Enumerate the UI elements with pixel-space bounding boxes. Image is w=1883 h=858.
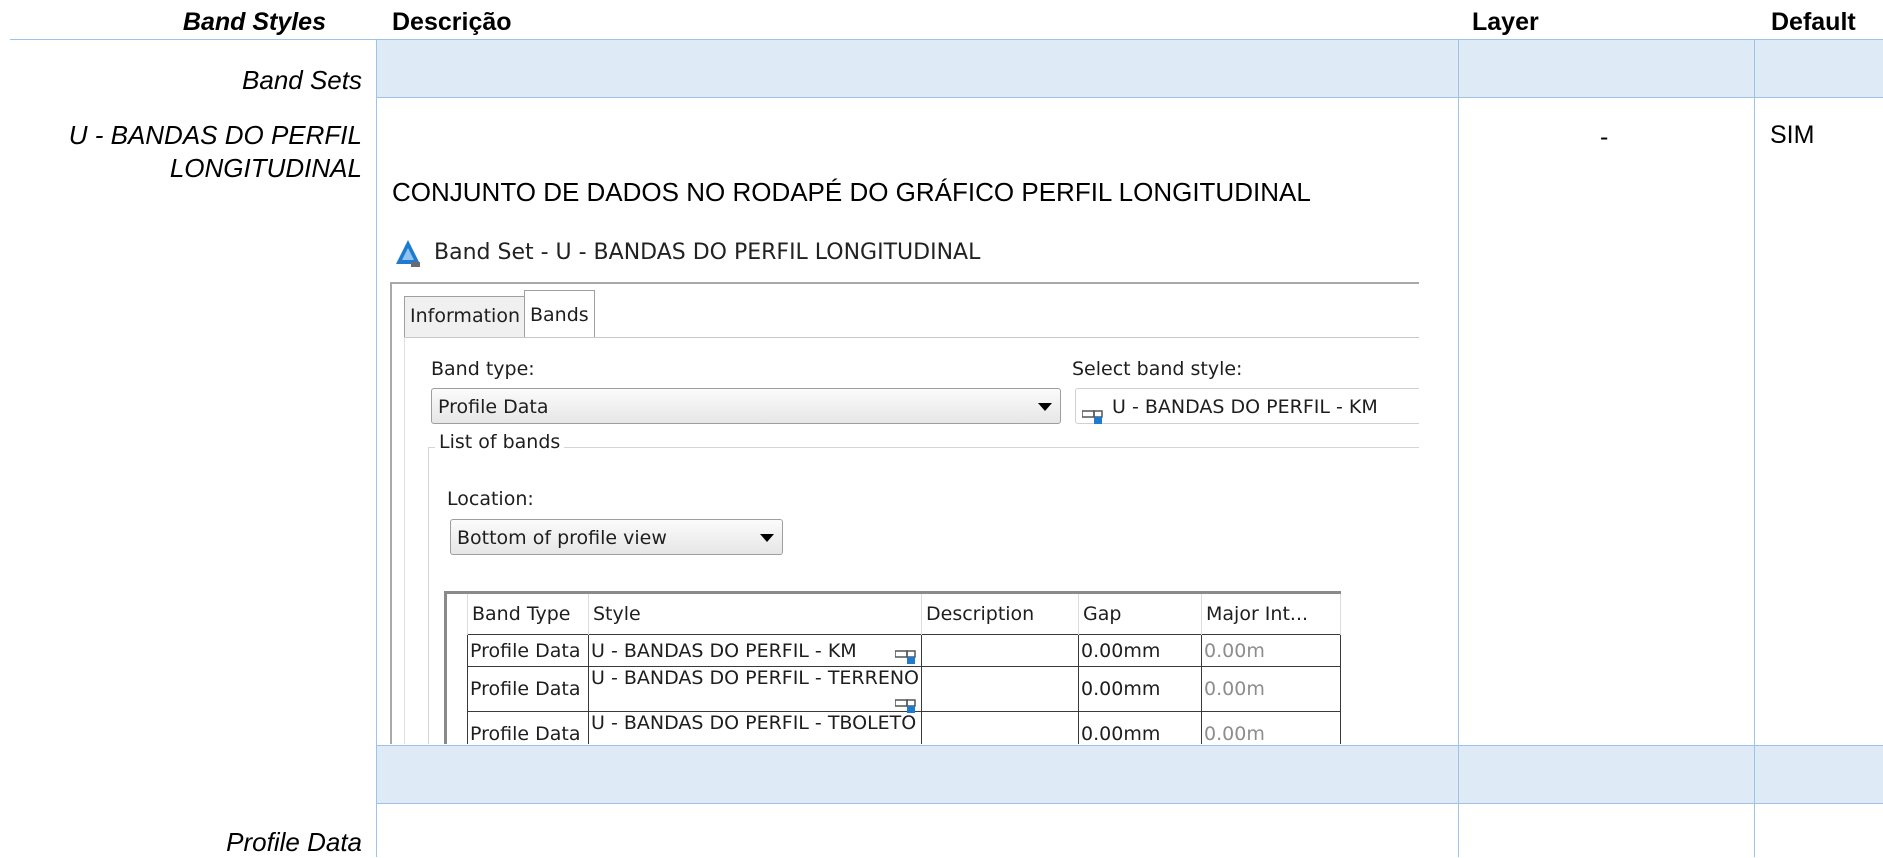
location-value: Bottom of profile view [457,527,667,549]
band-type-cell[interactable]: Profile Data [467,711,589,744]
dialog-titlebar: Band Set - U - BANDAS DO PERFIL LONGITUD… [386,226,1419,280]
column-header-gap[interactable]: Gap [1078,594,1203,635]
bands-grid: Band Type Style Description Gap Major In… [444,591,1342,745]
band-sets-row-shade [377,40,1883,97]
band-type-value: Profile Data [438,396,549,418]
band-style-value: U - BANDAS DO PERFIL - KM [1112,396,1378,418]
row-label-bandas-line2: LONGITUDINAL [169,153,362,183]
location-dropdown[interactable]: Bottom of profile view [450,519,783,555]
dialog-title: Band Set - U - BANDAS DO PERFIL LONGITUD… [434,240,981,265]
row-selector-header [447,594,468,635]
row-label-profile-data: Profile Data [226,827,362,857]
style-cell[interactable]: U - BANDAS DO PERFIL - KM [587,634,923,667]
style-cell[interactable]: U - BANDAS DO PERFIL - TERRENO [587,666,923,713]
column-header-style[interactable]: Style [588,594,923,635]
header-layer: Layer [1472,8,1539,36]
bands-table: Band Type Style Description Gap Major In… [447,594,1342,745]
bandas-layer: - [1600,123,1609,151]
column-rule-descricao [376,40,377,857]
band-style-icon[interactable] [894,648,919,664]
style-cell[interactable]: U - BANDAS DO PERFIL - TBOLETO [587,711,923,744]
description-cell[interactable] [921,666,1080,712]
band-type-label: Band type: [431,358,535,380]
style-name: U - BANDAS DO PERFIL - KM [591,639,857,662]
band-set-dialog-screenshot: Band Set - U - BANDAS DO PERFIL LONGITUD… [386,226,1419,744]
lower-row-bottom-rule [377,803,1883,804]
band-type-dropdown[interactable]: Profile Data [431,388,1061,424]
band-sets-row-bottom-rule [377,97,1883,98]
row-selector[interactable] [447,667,468,712]
description-cell[interactable] [921,634,1080,667]
band-style-dropdown[interactable]: U - BANDAS DO PERFIL - KM [1075,388,1419,424]
column-rule-default-overlay [1754,40,1755,857]
major-int-cell[interactable]: 0.00m [1201,711,1342,744]
style-name: U - BANDAS DO PERFIL - TERRENO [591,667,920,689]
row-selector[interactable] [447,635,468,667]
band-type-cell[interactable]: Profile Data [467,634,589,667]
major-int-cell[interactable]: 0.00m [1201,666,1342,712]
band-style-icon [1081,401,1106,424]
table-row[interactable]: Profile Data U - BANDAS DO PERFIL - TBOL… [447,711,1342,745]
chevron-down-icon [1038,403,1052,411]
chevron-down-icon [760,534,774,542]
column-header-major-int[interactable]: Major Int... [1201,594,1342,635]
gap-cell[interactable]: 0.00mm [1078,666,1203,712]
column-header-description[interactable]: Description [921,594,1080,635]
header-descricao: Descrição [392,8,512,36]
header-default: Default [1771,8,1856,36]
gap-cell[interactable]: 0.00mm [1078,634,1203,667]
band-style-icon[interactable] [895,742,919,744]
major-int-cell[interactable]: 0.00m [1201,634,1342,667]
tab-bands[interactable]: Bands [524,290,595,339]
gap-cell[interactable]: 0.00mm [1078,711,1203,744]
bands-table-header: Band Type Style Description Gap Major In… [447,594,1342,635]
location-label: Location: [447,488,534,510]
bandas-default: SIM [1770,121,1815,149]
civil3d-app-icon [394,238,422,273]
lower-row-shade [377,746,1883,803]
row-label-band-sets: Band Sets [242,65,362,95]
table-row[interactable]: Profile Data U - BANDAS DO PERFIL - TERR… [447,666,1342,713]
row-label-bandas-line1: U - BANDAS DO PERFIL [68,120,362,150]
column-rule-layer-overlay [1458,40,1459,857]
table-row[interactable]: Profile Data U - BANDAS DO PERFIL - KM 0… [447,634,1342,667]
header-band-styles: Band Styles [182,8,326,36]
row-selector[interactable] [447,712,468,745]
tab-information[interactable]: Information [404,296,526,338]
band-style-icon[interactable] [894,697,919,713]
select-band-style-label: Select band style: [1072,358,1243,380]
band-type-cell[interactable]: Profile Data [467,666,589,712]
list-of-bands-label: List of bands [435,431,565,453]
column-header-band-type[interactable]: Band Type [467,594,589,635]
description-cell[interactable] [921,711,1080,744]
bandas-description: CONJUNTO DE DADOS NO RODAPÉ DO GRÁFICO P… [392,177,1311,207]
style-name: U - BANDAS DO PERFIL - TBOLETO [591,712,917,734]
